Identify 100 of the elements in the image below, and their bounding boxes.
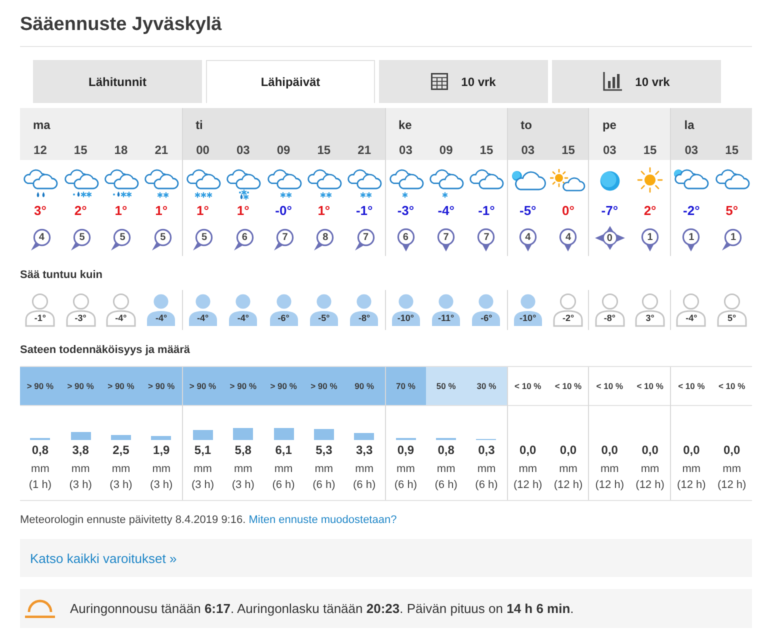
wind-speed: 1 <box>730 231 738 244</box>
period-label: (3 h) <box>150 479 173 491</box>
speech-bubble-icon <box>192 228 214 251</box>
hour-label: 21 <box>358 143 371 157</box>
tab[interactable]: Lähipäivät <box>206 60 375 103</box>
speech-bubble-icon <box>30 228 51 251</box>
temperature: -5° <box>519 203 536 218</box>
precipitation-probability: > 90 % <box>100 367 142 406</box>
moon-cloud-icon <box>673 169 710 190</box>
precipitation-amount: 0,8 <box>438 443 454 457</box>
temperature: 1° <box>155 203 168 218</box>
section-label: Sateen todennäköisyys ja määrä <box>20 344 190 356</box>
precipitation-amount: 0,0 <box>520 443 536 457</box>
wind-speed: 7 <box>281 231 289 244</box>
temperature: 1° <box>114 203 128 218</box>
hour-label: 09 <box>439 143 453 157</box>
hour-label: 03 <box>236 143 250 157</box>
precipitation-probability: 30 % <box>466 367 507 406</box>
temperature: -0° <box>275 203 292 218</box>
sunrise-icon <box>24 599 56 618</box>
temperature: -7° <box>601 203 618 218</box>
feels-like-temperature: 5° <box>728 313 736 324</box>
snow-cloud-icon <box>306 169 342 200</box>
precipitation-probability: > 90 % <box>304 367 344 406</box>
snow-cloud-icon <box>346 169 382 200</box>
precipitation-amount: 3,3 <box>356 443 373 457</box>
precipitation-probability: 70 % <box>386 367 426 406</box>
forecast-method-link[interactable]: Miten ennuste muodostetaan? <box>248 514 397 526</box>
speech-bubble-icon <box>354 228 375 251</box>
pin-icon <box>682 228 700 252</box>
pin-icon <box>396 228 415 252</box>
unit-label: mm <box>559 463 578 475</box>
table-icon <box>431 73 448 90</box>
hour-label: 09 <box>276 143 290 157</box>
temperature: 1° <box>318 203 330 218</box>
precipitation-amount: 0,9 <box>397 443 414 457</box>
sleet-cloud-icon <box>102 169 139 200</box>
speech-bubble-icon <box>273 228 294 251</box>
tab[interactable]: 10 vrk <box>552 60 721 103</box>
unit-label: mm <box>518 463 538 475</box>
cloud-icon <box>468 169 504 190</box>
tab[interactable]: 10 vrk <box>379 60 548 103</box>
hour-label: 15 <box>643 143 657 157</box>
temperature: 2° <box>74 203 87 218</box>
feels-like-temperature: -2° <box>562 313 574 324</box>
temperature: -2° <box>683 203 700 218</box>
wind-speed: 4 <box>524 230 532 244</box>
precipitation-probability: > 90 % <box>60 367 101 406</box>
unit-label: mm <box>71 463 90 475</box>
period-label: (3 h) <box>191 479 214 491</box>
unit-label: mm <box>600 463 619 475</box>
pin-icon <box>518 228 537 252</box>
precipitation-bar <box>110 435 131 440</box>
update-note: Meteorologin ennuste päivitetty 8.4.2019 9:16. <box>20 514 246 526</box>
feels-like-temperature: -11° <box>438 313 454 324</box>
temperature: -3° <box>397 203 414 218</box>
precipitation-amount: 0,8 <box>32 443 49 457</box>
snow-cloud-icon <box>184 169 221 200</box>
precipitation-bar <box>314 429 334 440</box>
period-label: (6 h) <box>272 479 295 491</box>
precipitation-probability: > 90 % <box>222 367 264 406</box>
cloud-icon <box>714 169 750 190</box>
wind-speed: 7 <box>442 230 450 244</box>
tab[interactable]: Lähitunnit <box>33 60 202 103</box>
precipitation-amount: 0,0 <box>601 443 618 457</box>
period-label: (6 h) <box>475 479 498 491</box>
period-label: (6 h) <box>434 479 458 491</box>
period-label: (12 h) <box>677 479 706 491</box>
hour-label: 15 <box>317 143 331 157</box>
feels-like-temperature: -1° <box>34 313 46 324</box>
unit-label: mm <box>682 463 701 475</box>
precipitation-amount: 5,1 <box>194 443 212 457</box>
unit-label: mm <box>396 463 415 475</box>
period-label: (12 h) <box>636 479 664 491</box>
precipitation-probability: 50 % <box>426 367 466 406</box>
moon-cloud-icon <box>510 169 546 191</box>
day-label: pe <box>602 118 616 132</box>
feels-like-temperature: -10° <box>397 313 414 324</box>
wind-speed: 4 <box>564 230 572 244</box>
speech-bubble-icon <box>232 228 254 251</box>
unit-label: mm <box>234 463 252 475</box>
precipitation-bar <box>192 430 213 440</box>
unit-label: mm <box>477 463 496 475</box>
warnings-link[interactable]: Katso kaikki varoitukset » <box>30 550 177 566</box>
moon-icon <box>600 171 620 191</box>
period-label: (12 h) <box>717 479 746 491</box>
precipitation-amount: 1,9 <box>153 443 170 457</box>
wind-speed: 8 <box>322 231 330 244</box>
precipitation-bar <box>233 428 254 440</box>
unit-label: mm <box>274 463 293 475</box>
hour-label: 15 <box>74 143 88 157</box>
day-label: la <box>684 118 694 132</box>
period-label: (3 h) <box>69 479 92 491</box>
feels-like-temperature: -5° <box>318 313 330 324</box>
period-label: (12 h) <box>595 479 624 491</box>
precipitation-amount: 0,0 <box>560 443 577 457</box>
temperature: 1° <box>196 203 209 218</box>
period-label: (1 h) <box>28 479 52 491</box>
hour-label: 03 <box>521 143 535 157</box>
feels-like-temperature: -4° <box>686 313 698 324</box>
